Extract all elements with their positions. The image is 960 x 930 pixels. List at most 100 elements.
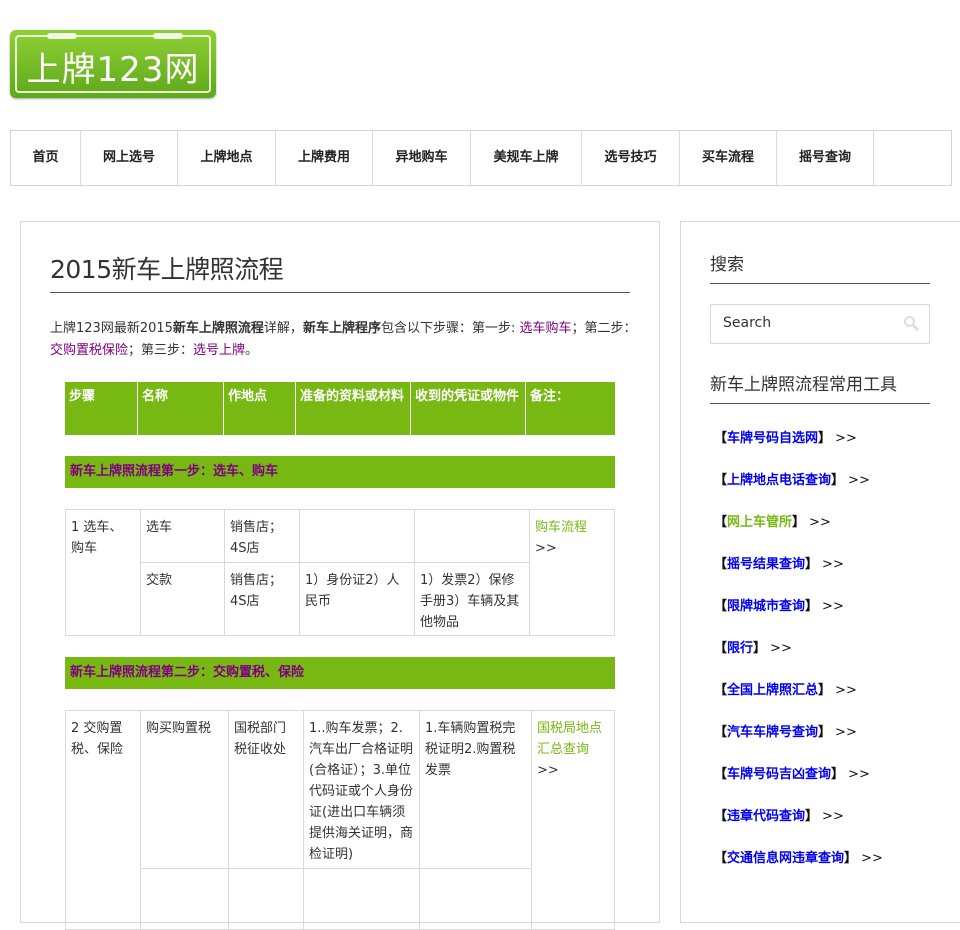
bracket: 【	[714, 641, 728, 656]
step2-heading: 新车上牌照流程第二步：交购置税、保险	[65, 657, 615, 689]
tool-link-item[interactable]: 【网上车管所】 >>	[714, 511, 831, 530]
tool-link-item[interactable]: 【车牌号码自选网】 >>	[714, 427, 857, 446]
search-placeholder: Search	[723, 315, 772, 331]
arrow-text: >>	[861, 851, 883, 866]
bracket: 【	[714, 557, 728, 572]
tool-link-item[interactable]: 【违章代码查询】 >>	[714, 805, 844, 824]
step1-heading: 新车上牌照流程第一步：选车、购车	[65, 456, 615, 488]
site-logo[interactable]: 上牌123网	[10, 30, 216, 98]
tool-link[interactable]: 交通信息网违章查询	[727, 851, 844, 866]
step2-name: 购买购置税	[146, 721, 212, 736]
link-tax-office[interactable]: 国税局地点汇总查询	[537, 721, 602, 757]
sidebar: 搜索 Search 新车上牌照流程常用工具 【车牌号码自选网】 >> 【上牌地点电话…	[680, 221, 960, 923]
bracket: 【	[714, 431, 728, 446]
page-title: 2015新车上牌照流程	[50, 255, 284, 284]
arrow-text: >>	[835, 431, 857, 446]
bracket: 】	[818, 431, 832, 446]
tool-link[interactable]: 违章代码查询	[727, 809, 805, 824]
step2-step: 2 交购置税、保险	[71, 721, 124, 757]
nav-item-online-select[interactable]: 网上选号	[81, 131, 178, 185]
arrow-text: >>	[535, 541, 557, 556]
title-divider	[50, 292, 630, 293]
bracket: 【	[714, 767, 728, 782]
bracket: 】	[831, 767, 845, 782]
step2-note: 国税局地点汇总查询 >>	[533, 714, 615, 785]
arrow-text: >>	[822, 599, 844, 614]
link-tax-insurance[interactable]: 交购置税保险	[50, 343, 128, 358]
sidebar-divider	[710, 283, 930, 284]
tool-link[interactable]: 限行	[727, 641, 753, 656]
bracket: 】	[753, 641, 767, 656]
bracket: 【	[714, 515, 728, 530]
step2-receipts: 1.车辆购置税完税证明2.购置税发票	[425, 721, 516, 778]
nav-item-locations[interactable]: 上牌地点	[178, 131, 276, 185]
step2-place: 国税部门税征收处	[234, 721, 287, 757]
tool-link[interactable]: 汽车车牌号查询	[727, 725, 818, 740]
intro-text: 上牌123网最新2015	[50, 321, 173, 336]
bracket: 】	[818, 683, 832, 698]
bracket: 【	[714, 851, 728, 866]
nav-item-buy-process[interactable]: 买车流程	[680, 131, 777, 185]
table-header: 名称	[138, 382, 224, 435]
arrow-text: >>	[848, 473, 870, 488]
table-header: 备注：	[526, 382, 615, 435]
bracket: 】	[831, 473, 845, 488]
arrow-text: >>	[537, 763, 559, 778]
step1-receipts: 1）发票2）保修手册3）车辆及其他物品	[420, 573, 520, 630]
search-icon[interactable]	[903, 315, 919, 331]
step2-docs: 1..购车发票；2.汽车出厂合格证明(合格证）；3.单位代码证或个人身份证(进出…	[309, 721, 414, 862]
tool-link-item[interactable]: 【全国上牌照汇总】 >>	[714, 679, 857, 698]
intro-text: 包含以下步骤：第一步:	[380, 321, 520, 336]
bracket: 】	[844, 851, 858, 866]
tools-title: 新车上牌照流程常用工具	[710, 375, 897, 395]
bracket: 】	[792, 515, 806, 530]
tool-link[interactable]: 限牌城市查询	[727, 599, 805, 614]
nav-item-fees[interactable]: 上牌费用	[276, 131, 373, 185]
link-choose-car[interactable]: 选车购车	[519, 321, 571, 336]
link-select-plate[interactable]: 选号上牌	[193, 343, 245, 358]
link-buy-process[interactable]: 购车流程	[535, 520, 587, 535]
tool-link-item[interactable]: 【限牌城市查询】 >>	[714, 595, 844, 614]
intro-text: 。	[245, 343, 259, 358]
bracket: 【	[714, 473, 728, 488]
step1-docs: 1）身份证2）人民币	[305, 573, 400, 609]
step1-place: 销售店；4S店	[230, 520, 283, 556]
intro-text: ；第三步：	[128, 343, 194, 358]
step1-step: 1 选车、购车	[71, 520, 123, 556]
bracket: 【	[714, 683, 728, 698]
tool-link-item[interactable]: 【限行】 >>	[714, 637, 792, 656]
step1-place: 销售店；4S店	[230, 573, 283, 609]
table-header: 收到的凭证或物件	[411, 382, 526, 435]
logo-pin	[47, 33, 77, 39]
search-input[interactable]: Search	[710, 304, 930, 344]
arrow-text: >>	[809, 515, 831, 530]
tool-link[interactable]: 上牌地点电话查询	[727, 473, 831, 488]
tool-link[interactable]: 车牌号码自选网	[727, 431, 818, 446]
nav-item-lottery[interactable]: 摇号查询	[777, 131, 874, 185]
nav-item-home[interactable]: 首页	[11, 131, 81, 185]
tool-link[interactable]: 全国上牌照汇总	[727, 683, 818, 698]
logo-text: 上牌123网	[26, 50, 200, 90]
arrow-text: >>	[822, 557, 844, 572]
tool-link-item[interactable]: 【摇号结果查询】 >>	[714, 553, 844, 572]
bracket: 】	[805, 557, 819, 572]
nav-item-tips[interactable]: 选号技巧	[582, 131, 680, 185]
intro-paragraph: 上牌123网最新2015新车上牌照流程详解，新车上牌程序包含以下步骤：第一步: …	[50, 318, 640, 362]
arrow-text: >>	[822, 809, 844, 824]
nav-item-us-spec[interactable]: 美规车上牌	[471, 131, 582, 185]
tool-link-item[interactable]: 【汽车车牌号查询】 >>	[714, 721, 857, 740]
tool-link-item[interactable]: 【上牌地点电话查询】 >>	[714, 469, 870, 488]
tool-link-item[interactable]: 【车牌号码吉凶查询】 >>	[714, 763, 870, 782]
main-content: 2015新车上牌照流程 上牌123网最新2015新车上牌照流程详解，新车上牌程序…	[20, 221, 660, 930]
tool-link-item[interactable]: 【交通信息网违章查询】 >>	[714, 847, 883, 866]
step1-name: 选车	[146, 520, 173, 535]
nav-item-remote-purchase[interactable]: 异地购车	[373, 131, 471, 185]
tool-link[interactable]: 车牌号码吉凶查询	[727, 767, 831, 782]
intro-bold: 新车上牌照流程	[172, 321, 264, 336]
table-header: 作地点	[224, 382, 296, 435]
tool-link[interactable]: 摇号结果查询	[727, 557, 805, 572]
tool-link[interactable]: 网上车管所	[727, 515, 792, 530]
arrow-text: >>	[770, 641, 792, 656]
intro-bold: 新车上牌程序	[302, 321, 381, 336]
bracket: 】	[818, 725, 832, 740]
